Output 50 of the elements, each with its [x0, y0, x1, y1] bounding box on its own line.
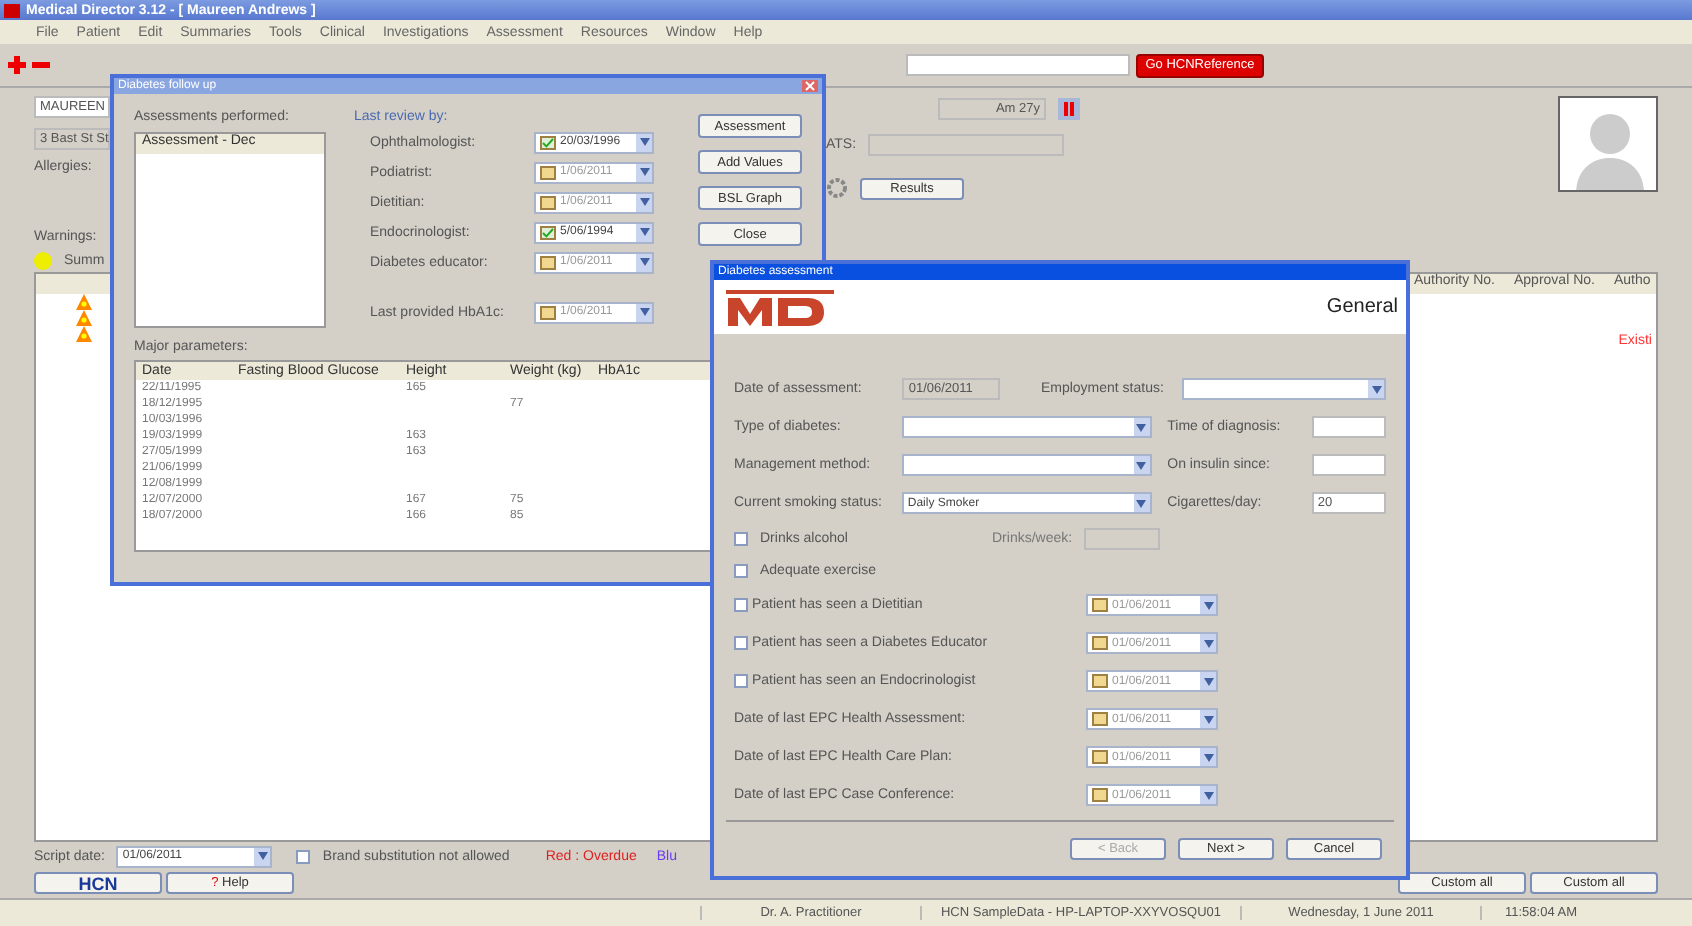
caret-icon [1200, 786, 1216, 804]
pause-icon[interactable] [1058, 97, 1080, 119]
checkbox[interactable] [734, 564, 748, 578]
search-field[interactable] [906, 54, 1130, 76]
caret-icon [254, 847, 271, 865]
gear-icon[interactable] [826, 178, 848, 198]
calendar-checkbox[interactable] [540, 305, 556, 319]
caret-icon [1200, 634, 1216, 652]
caret-icon [636, 253, 652, 271]
hcn-button[interactable]: HCN [34, 871, 162, 893]
caret-icon [1133, 418, 1150, 436]
caret-icon [1200, 672, 1216, 690]
calendar-icon [1092, 636, 1108, 650]
app-icon [4, 3, 20, 17]
checkbox[interactable] [734, 674, 748, 688]
close-icon[interactable] [802, 80, 818, 92]
calendar-icon [1092, 598, 1108, 612]
caret-icon [1200, 748, 1216, 766]
dropdown[interactable] [1182, 378, 1387, 400]
calendar-checkbox[interactable] [540, 255, 556, 269]
minus-icon[interactable] [32, 56, 50, 74]
calendar-checkbox[interactable] [540, 225, 556, 239]
section-title: General [1326, 296, 1398, 318]
checkbox[interactable] [734, 532, 748, 546]
calendar-checkbox[interactable] [540, 165, 556, 179]
calendar-icon [1092, 788, 1108, 802]
caret-icon [636, 163, 652, 181]
calendar-icon [1092, 712, 1108, 726]
checkbox[interactable] [296, 849, 311, 863]
plus-icon[interactable] [8, 56, 26, 74]
caret-icon [636, 303, 652, 321]
caret-icon [1133, 456, 1150, 474]
calendar-checkbox[interactable] [540, 135, 556, 149]
caret-icon [636, 223, 652, 241]
input-field[interactable] [1084, 528, 1161, 550]
dropdown[interactable] [901, 454, 1152, 476]
caret-icon [1368, 380, 1385, 398]
caret-icon [1200, 596, 1216, 614]
caret-icon [636, 133, 652, 151]
caret-icon [636, 193, 652, 211]
calendar-checkbox[interactable] [540, 195, 556, 209]
checkbox[interactable] [734, 636, 748, 650]
dropdown[interactable] [901, 416, 1152, 438]
checkbox[interactable] [734, 598, 748, 612]
caret-icon [1200, 710, 1216, 728]
input-field[interactable] [1311, 454, 1386, 476]
calendar-icon [1092, 750, 1108, 764]
caret-icon [1133, 494, 1150, 512]
calendar-icon [1092, 674, 1108, 688]
input-field[interactable] [1311, 416, 1386, 438]
